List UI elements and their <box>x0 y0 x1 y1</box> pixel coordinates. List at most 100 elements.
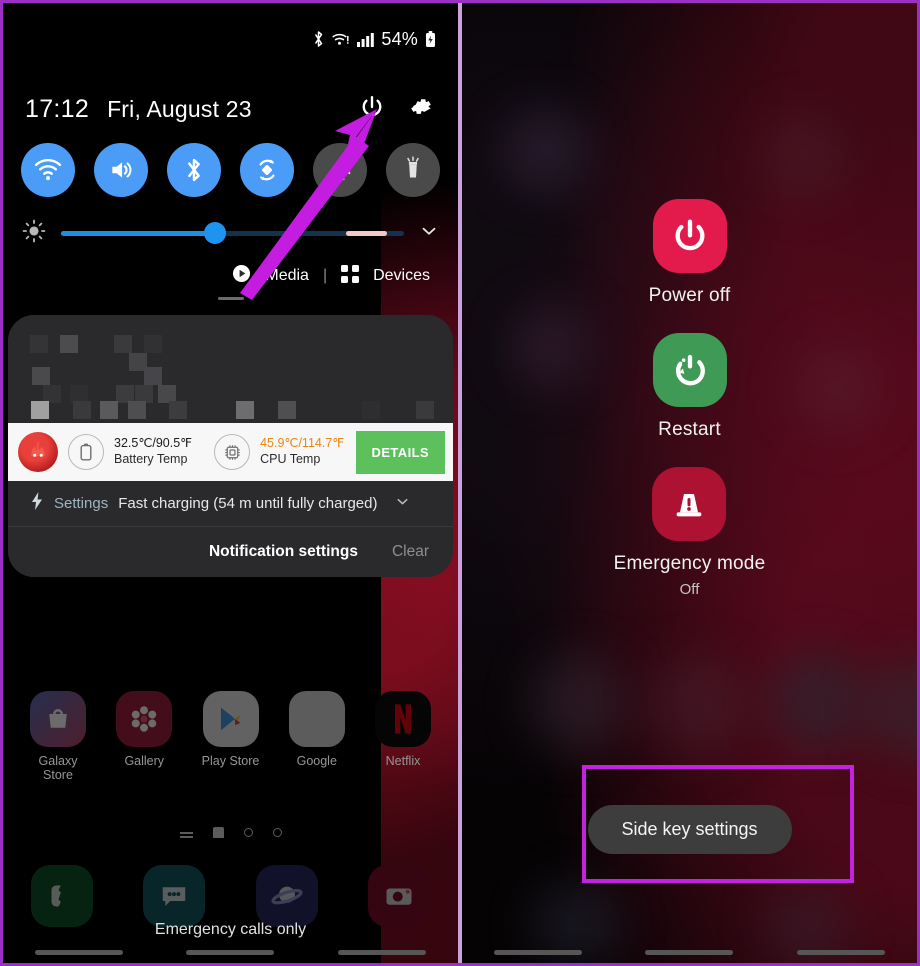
chevron-down-icon[interactable] <box>394 493 411 515</box>
brightness-fill <box>61 230 216 236</box>
chevron-down-icon[interactable] <box>418 220 440 247</box>
gesture-navbar-right <box>462 950 917 955</box>
restart-option[interactable]: Restart <box>652 333 727 441</box>
phone-icon[interactable] <box>31 865 93 927</box>
battery-temp-value: 32.5℃/90.5℉ <box>114 436 193 451</box>
emergency-mode-state: Off <box>679 581 700 598</box>
internet-icon[interactable] <box>255 865 318 927</box>
censored-notification <box>8 315 453 423</box>
notification-settings-button[interactable]: Notification settings <box>209 543 358 561</box>
charging-status-text: Fast charging (54 m until fully charged) <box>118 495 378 512</box>
cpu-temp-value: 45.9℃/114.7℉ <box>260 436 345 451</box>
lightning-bolt-icon <box>30 492 44 515</box>
brightness-pink-segment <box>345 230 387 236</box>
play-store-icon <box>202 691 259 747</box>
battery-temp-label: Battery Temp <box>114 452 188 466</box>
apps-list-icon <box>179 831 193 834</box>
bluetooth-icon <box>312 30 325 48</box>
galaxy-store-icon <box>30 691 86 747</box>
wifi-icon <box>332 31 350 47</box>
cellular-signal-icon <box>357 32 375 47</box>
nav-segment[interactable] <box>493 950 582 955</box>
brightness-icon <box>21 218 47 249</box>
charging-source-label: Settings <box>54 495 109 512</box>
app-label: Netflix <box>385 754 421 768</box>
emergency-beacon-icon <box>652 467 727 541</box>
devices-label[interactable]: Devices <box>373 267 430 285</box>
emergency-mode-option[interactable]: Emergency mode Off <box>614 467 766 598</box>
charging-notification[interactable]: Settings Fast charging (54 m until fully… <box>8 481 453 527</box>
notification-footer: Notification settings Clear <box>8 527 453 577</box>
battery-outline-icon <box>68 434 104 470</box>
toggle-wifi[interactable] <box>21 143 75 197</box>
quick-toggle-row <box>3 143 458 197</box>
screenshot-frame: Galaxy Store Gallery Play Store Google N… <box>0 0 920 966</box>
media-label[interactable]: Media <box>265 267 309 285</box>
app-netflix[interactable]: Netflix <box>370 691 436 783</box>
netflix-icon <box>375 691 431 747</box>
blurred-app-blob <box>648 655 748 755</box>
notification-shade: 32.5℃/90.5℉ Battery Temp 45.9℃/114.7℉ CP… <box>8 315 453 577</box>
restart-icon <box>652 333 727 407</box>
panel-drag-handle[interactable] <box>217 297 244 300</box>
devices-grid-icon <box>341 264 360 288</box>
toggle-bluetooth[interactable] <box>167 143 221 197</box>
side-key-highlight-box <box>582 765 854 883</box>
home-page-indicator <box>3 827 458 838</box>
google-folder-icon <box>288 691 345 747</box>
app-gallery[interactable]: Gallery <box>111 691 177 783</box>
clear-button[interactable]: Clear <box>392 543 429 561</box>
power-icon <box>652 199 727 273</box>
antutu-notification[interactable]: 32.5℃/90.5℉ Battery Temp 45.9℃/114.7℉ CP… <box>8 423 453 481</box>
blurred-app-blob <box>768 651 868 751</box>
app-google-folder[interactable]: Google <box>284 691 350 783</box>
power-menu-options: Power off Restart Emergency mode Off <box>462 199 917 598</box>
separator: | <box>322 267 328 284</box>
messages-icon[interactable] <box>143 865 206 927</box>
quick-settings-panel: Galaxy Store Gallery Play Store Google N… <box>3 3 458 963</box>
power-off-label: Power off <box>648 285 731 306</box>
cpu-chip-icon <box>214 434 251 470</box>
gear-icon[interactable] <box>407 93 434 125</box>
power-off-option[interactable]: Power off <box>649 199 731 307</box>
media-devices-row: Media | Devices <box>3 259 458 293</box>
toggle-sound[interactable] <box>94 143 148 197</box>
app-galaxy-store[interactable]: Galaxy Store <box>25 691 91 783</box>
home-page-icon <box>212 827 224 838</box>
app-label: Google <box>296 754 337 768</box>
app-label: Gallery <box>124 754 165 768</box>
blurred-app-blob <box>528 653 628 753</box>
play-circle-icon <box>232 264 251 288</box>
brightness-thumb[interactable] <box>204 222 227 244</box>
gallery-icon <box>116 691 173 747</box>
nav-segment[interactable] <box>186 950 275 955</box>
page-dot-icon <box>272 828 282 837</box>
toggle-airplane-mode[interactable] <box>313 143 367 197</box>
details-button[interactable]: DETAILS <box>355 430 445 474</box>
app-grid-row: Galaxy Store Gallery Play Store Google N… <box>3 691 458 783</box>
toggle-auto-rotate[interactable] <box>240 143 294 197</box>
app-play-store[interactable]: Play Store <box>198 691 264 783</box>
battery-percent-label: 54% <box>381 28 418 49</box>
power-icon[interactable] <box>359 94 385 125</box>
battery-charging-icon <box>425 30 436 48</box>
date-label: Fri, August 23 <box>107 95 252 122</box>
quick-settings-header: 17:12 Fri, August 23 <box>3 83 458 135</box>
restart-label: Restart <box>658 419 721 440</box>
nav-segment[interactable] <box>645 950 734 955</box>
toggle-flashlight[interactable] <box>386 143 440 197</box>
clock-label: 17:12 <box>25 94 90 123</box>
app-label: Galaxy Store <box>38 754 78 783</box>
app-label: Play Store <box>201 754 260 768</box>
camera-icon[interactable] <box>367 865 430 927</box>
power-menu-panel: Power off Restart Emergency mode Off Sid… <box>462 3 917 963</box>
blurred-app-blob <box>762 115 846 199</box>
nav-segment[interactable] <box>338 950 427 955</box>
brightness-slider[interactable] <box>61 222 404 244</box>
nav-segment[interactable] <box>34 950 123 955</box>
nav-segment[interactable] <box>797 950 886 955</box>
blurred-app-blob <box>502 107 588 193</box>
antutu-flame-icon <box>18 432 58 472</box>
page-dot-icon <box>243 828 253 837</box>
emergency-mode-label: Emergency mode <box>613 553 766 574</box>
